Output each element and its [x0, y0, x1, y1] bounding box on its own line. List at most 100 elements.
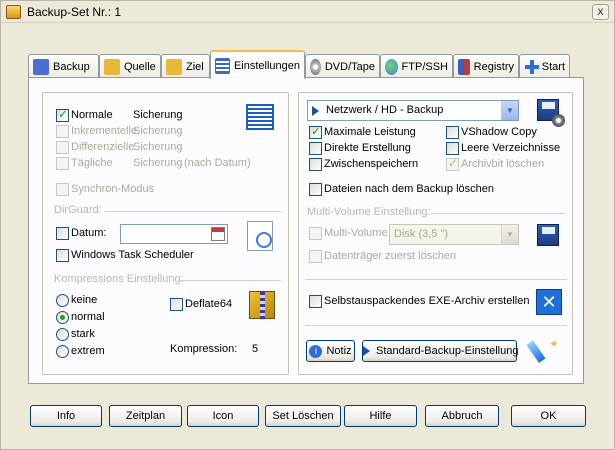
dateien-loeschen-label: Dateien nach dem Backup löschen	[324, 183, 494, 195]
zeitplan-button[interactable]: Zeitplan	[109, 405, 182, 427]
compression-level-label: Kompression:	[170, 343, 238, 355]
compression-normal-label: normal	[71, 311, 105, 323]
inkrementelle-sicherung-checkbox[interactable]	[56, 125, 69, 138]
left-settings-box: Normale Sicherung Inkrementelle Sicherun…	[42, 92, 289, 375]
archivbit-loeschen-label: Archivbit löschen	[461, 158, 545, 170]
dvd-icon	[310, 58, 321, 75]
archivbit-loeschen-checkbox[interactable]	[446, 156, 459, 171]
compression-normal-radio[interactable]	[56, 311, 69, 324]
set-loeschen-button[interactable]: Set Löschen	[265, 405, 341, 427]
tab-ftp-ssh[interactable]: FTP/SSH	[380, 54, 453, 78]
multivolume-group-label: Multi-Volume Einstellung:	[307, 206, 431, 218]
close-button[interactable]: x	[592, 4, 609, 20]
taegliche-sicherung-checkbox[interactable]	[56, 157, 69, 170]
right-settings-box: Netzwerk / HD - Backup ▼ Maximale Leistu…	[298, 92, 573, 375]
synchron-modus-checkbox[interactable]	[56, 183, 69, 196]
sfx-divider	[305, 279, 567, 280]
compression-divider	[179, 280, 281, 281]
normale-label: Normale	[71, 109, 113, 121]
sfx-exe-checkbox[interactable]	[309, 295, 322, 308]
vshadow-copy-checkbox[interactable]	[446, 126, 459, 139]
plus-icon	[524, 59, 539, 75]
tab-ziel[interactable]: Ziel	[161, 54, 210, 78]
hilfe-button[interactable]: Hilfe	[344, 405, 417, 427]
calendar-picker-icon[interactable]	[211, 227, 225, 241]
abbruch-button[interactable]: Abbruch	[425, 405, 499, 427]
datum-label: Datum:	[71, 227, 107, 239]
tab-dvd-tape[interactable]: DVD/Tape	[305, 54, 380, 78]
bottom-divider	[305, 325, 567, 326]
direkte-erstellung-label: Direkte Erstellung	[324, 142, 411, 154]
chevron-down-icon[interactable]: ▼	[501, 225, 518, 244]
compression-level-value: 5	[252, 343, 259, 355]
zwischenspeichern-label: Zwischenspeichern	[324, 158, 419, 170]
arrow-right-icon	[312, 106, 319, 116]
dateien-loeschen-checkbox[interactable]	[309, 183, 322, 196]
backup-target-type-select[interactable]: Netzwerk / HD - Backup ▼	[307, 100, 519, 121]
normale-sicherung-checkbox[interactable]	[56, 107, 69, 122]
compression-extrem-label: extrem	[71, 345, 105, 357]
differenzielle-sicherung-label: Sicherung	[133, 141, 183, 153]
compression-keine-label: keine	[71, 294, 98, 306]
arrow-right-icon	[363, 346, 370, 357]
standard-backup-settings-button[interactable]: Standard-Backup-Einstellung	[362, 340, 518, 362]
magic-wand-icon: ✦	[526, 337, 563, 363]
taegliche-label: Tägliche	[71, 157, 113, 169]
compression-extrem-radio[interactable]	[56, 345, 69, 358]
taegliche-sicherung-label: Sicherung	[133, 157, 183, 169]
synchron-modus-label: Synchron-Modus	[71, 183, 155, 195]
ok-button[interactable]: OK	[511, 405, 586, 427]
notiz-button[interactable]: i Notiz	[306, 340, 355, 362]
target-folder-icon	[166, 58, 182, 75]
disk-volume-icon	[537, 224, 559, 246]
direkte-erstellung-checkbox[interactable]	[309, 142, 322, 155]
compression-group-label: Kompressions Einstellung:	[54, 273, 184, 285]
datum-checkbox[interactable]	[56, 227, 69, 240]
leere-verzeichnisse-checkbox[interactable]	[446, 142, 459, 155]
leere-verzeichnisse-label: Leere Verzeichnisse	[461, 142, 561, 154]
tab-quelle[interactable]: Quelle	[99, 54, 161, 78]
maximale-leistung-checkbox[interactable]	[309, 124, 322, 139]
deflate64-checkbox[interactable]	[170, 298, 183, 311]
compression-keine-radio[interactable]	[56, 294, 69, 307]
info-icon: i	[309, 344, 323, 358]
dirguard-group-label: DirGuard:	[54, 204, 102, 216]
tab-backup[interactable]: Backup	[28, 54, 99, 78]
info-button[interactable]: Info	[30, 405, 102, 427]
differenzielle-label: Differenzielle	[71, 141, 135, 153]
inkrementelle-label: Inkrementelle	[71, 125, 138, 137]
maximale-leistung-label: Maximale Leistung	[324, 126, 416, 138]
taegliche-nach-datum-label: (nach Datum)	[184, 157, 251, 169]
backup-icon	[33, 58, 49, 75]
differenzielle-sicherung-checkbox[interactable]	[56, 141, 69, 154]
datentraeger-loeschen-label: Datenträger zuerst löschen	[324, 250, 457, 262]
normale-sicherung-label: Sicherung	[133, 109, 183, 121]
settings-list-icon	[215, 57, 230, 74]
backup-set-window: Backup-Set Nr.: 1 x Backup Quelle Ziel E…	[0, 0, 615, 450]
datum-input[interactable]	[120, 224, 228, 244]
multi-volume-label: Multi-Volume	[324, 227, 388, 239]
zwischenspeichern-checkbox[interactable]	[309, 158, 322, 171]
scheduler-clock-icon	[247, 221, 273, 251]
chevron-down-icon[interactable]: ▼	[501, 101, 518, 120]
list-settings-icon	[246, 104, 274, 130]
volume-size-select[interactable]: Disk (3,5 ") ▼	[389, 224, 519, 245]
tab-einstellungen[interactable]: Einstellungen	[210, 50, 305, 79]
inkrementelle-sicherung-label: Sicherung	[133, 125, 183, 137]
multi-volume-checkbox[interactable]	[309, 227, 322, 240]
deflate64-label: Deflate64	[185, 298, 233, 310]
datentraeger-loeschen-checkbox[interactable]	[309, 250, 322, 263]
compression-stark-label: stark	[71, 328, 95, 340]
globe-icon	[385, 58, 398, 75]
app-icon	[6, 5, 21, 19]
expand-arrows-icon: ✕	[536, 289, 562, 315]
multivolume-divider	[431, 213, 565, 214]
save-settings-icon	[537, 99, 565, 127]
windows-task-scheduler-checkbox[interactable]	[56, 249, 69, 262]
tab-registry[interactable]: Registry	[453, 54, 519, 78]
vshadow-copy-label: VShadow Copy	[461, 126, 537, 138]
compression-stark-radio[interactable]	[56, 328, 69, 341]
icon-button[interactable]: Icon	[187, 405, 259, 427]
tab-start[interactable]: Start	[519, 54, 570, 78]
title-bar: Backup-Set Nr.: 1 x	[1, 1, 614, 23]
